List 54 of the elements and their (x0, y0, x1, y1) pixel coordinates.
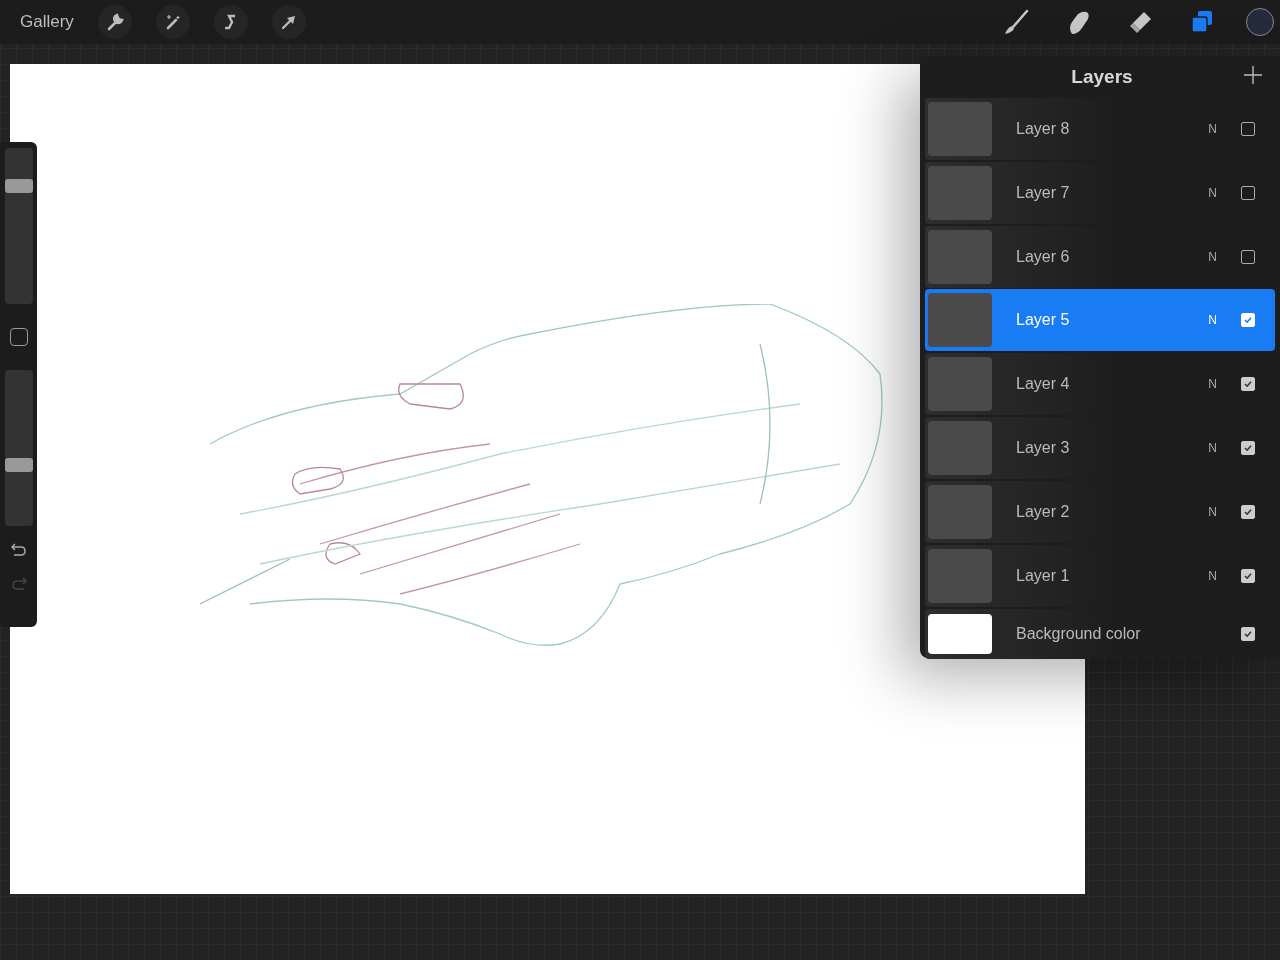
layer-thumbnail (928, 548, 992, 603)
layer-row[interactable]: Layer 5 N (925, 289, 1275, 352)
blend-mode-button[interactable]: N (1208, 185, 1217, 200)
layer-thumbnail (928, 229, 992, 284)
visibility-checkbox[interactable] (1241, 441, 1255, 455)
visibility-checkbox[interactable] (1241, 568, 1255, 583)
layer-name: Layer 7 (1016, 183, 1071, 202)
visibility-checkbox[interactable] (1241, 185, 1255, 200)
blend-mode-button[interactable]: N (1208, 568, 1217, 583)
settings-icon[interactable] (97, 5, 132, 39)
layer-thumbnail (928, 421, 992, 475)
layer-name: Layer 2 (1016, 502, 1071, 521)
checkmark-icon (1243, 628, 1253, 639)
gallery-button[interactable]: Gallery (20, 12, 74, 32)
visibility-checkbox[interactable] (1241, 122, 1255, 136)
slider-thumb[interactable] (4, 458, 33, 473)
visibility-checkbox[interactable] (1241, 249, 1255, 264)
blend-mode-button[interactable]: N (1208, 122, 1217, 136)
opacity-slider[interactable] (4, 370, 33, 526)
blend-mode-button[interactable]: N (1208, 249, 1217, 264)
layer-name: Layer 5 (1016, 311, 1071, 330)
brush-size-slider[interactable] (4, 148, 33, 304)
visibility-checkbox[interactable] (1241, 626, 1255, 641)
blend-mode-button[interactable]: N (1208, 441, 1217, 455)
panel-title: Layers (1071, 66, 1133, 88)
color-swatch[interactable] (1246, 8, 1274, 36)
visibility-checkbox[interactable] (1241, 504, 1255, 519)
add-layer-icon[interactable] (1243, 65, 1263, 85)
checkmark-icon (1243, 315, 1253, 326)
checkmark-icon (1243, 379, 1253, 390)
layer-thumbnail (928, 357, 992, 412)
layer-name: Layer 3 (1016, 439, 1071, 457)
layer-thumbnail (928, 613, 992, 654)
layer-name: Background color (1016, 624, 1142, 643)
selection-icon[interactable] (213, 5, 248, 39)
layer-name: Layer 8 (1016, 120, 1071, 138)
layer-thumbnail (928, 484, 992, 539)
layer-name: Layer 4 (1016, 375, 1071, 394)
checkmark-icon (1243, 443, 1253, 453)
blend-mode-button[interactable]: N (1208, 504, 1217, 519)
layer-thumbnail (928, 102, 992, 156)
magic-wand-icon[interactable] (155, 5, 190, 39)
modify-button[interactable] (9, 328, 28, 346)
blend-mode-button[interactable]: N (1208, 313, 1217, 328)
checkmark-icon (1243, 506, 1253, 517)
layer-name: Layer 6 (1016, 247, 1071, 266)
layer-thumbnail (928, 165, 992, 220)
visibility-checkbox[interactable] (1241, 377, 1255, 392)
layer-thumbnail (928, 293, 992, 348)
blend-mode-button[interactable]: N (1208, 377, 1217, 392)
layer-row[interactable]: Background color (925, 608, 1275, 659)
slider-thumb[interactable] (4, 179, 33, 194)
checkmark-icon (1243, 570, 1253, 581)
layer-name: Layer 1 (1016, 566, 1071, 585)
